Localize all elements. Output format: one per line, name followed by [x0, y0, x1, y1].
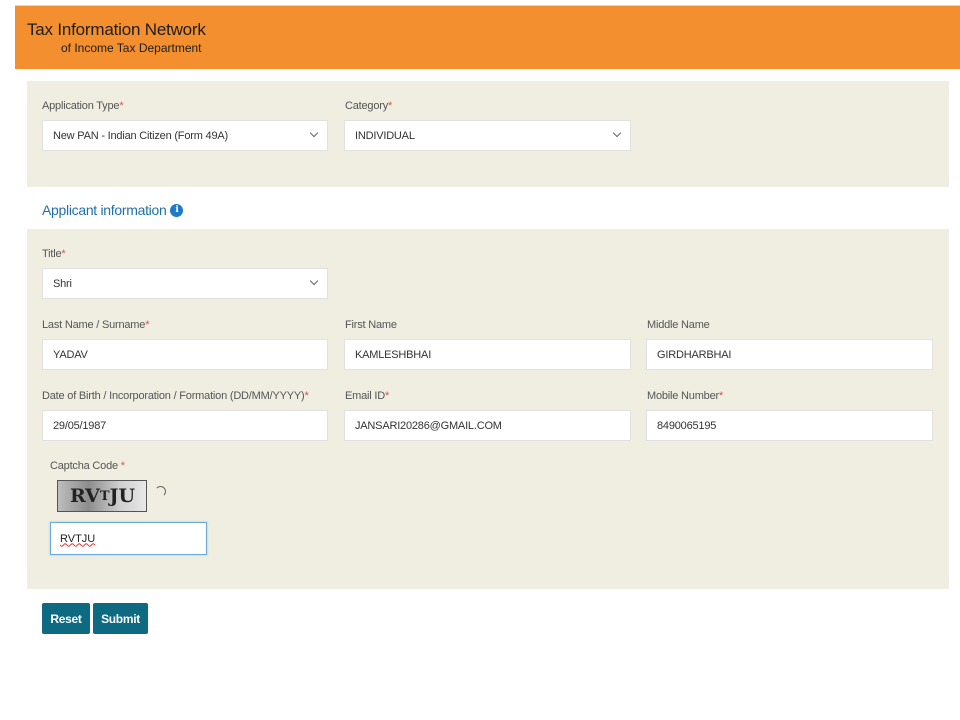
captcha-label: Captcha Code * — [50, 460, 125, 472]
middle-name-input[interactable]: GIRDHARBHAI — [646, 339, 933, 370]
application-type-value: New PAN - Indian Citizen (Form 49A) — [53, 129, 228, 142]
header-title: Tax Information Network — [27, 20, 206, 39]
last-name-input[interactable]: YADAV — [42, 339, 328, 370]
chevron-down-icon — [612, 128, 622, 138]
first-name-input[interactable]: KAMLESHBHAI — [344, 339, 631, 370]
chevron-down-icon — [309, 276, 319, 286]
first-name-label: First Name — [345, 319, 397, 331]
category-value: INDIVIDUAL — [355, 129, 415, 142]
captcha-image: RV T JU — [57, 480, 147, 512]
dob-input[interactable]: 29/05/1987 — [42, 410, 328, 441]
category-select[interactable]: INDIVIDUAL — [344, 120, 631, 151]
category-label: Category* — [345, 100, 393, 112]
applicant-section-title: Applicant information i — [42, 202, 184, 218]
title-value: Shri — [53, 277, 72, 290]
mobile-label: Mobile Number* — [647, 390, 724, 402]
reset-button[interactable]: Reset — [42, 603, 90, 634]
site-header: Tax Information Network of Income Tax De… — [15, 5, 960, 69]
chevron-down-icon — [309, 128, 319, 138]
refresh-icon[interactable] — [155, 486, 166, 497]
title-select[interactable]: Shri — [42, 268, 328, 299]
info-icon[interactable]: i — [170, 203, 184, 217]
submit-button[interactable]: Submit — [93, 603, 148, 634]
last-name-label: Last Name / Surname* — [42, 319, 150, 331]
header-subtitle: of Income Tax Department — [61, 41, 202, 55]
email-input[interactable]: JANSARI20286@GMAIL.COM — [344, 410, 631, 441]
mobile-input[interactable]: 8490065195 — [646, 410, 933, 441]
email-label: Email ID* — [345, 390, 390, 402]
application-type-select[interactable]: New PAN - Indian Citizen (Form 49A) — [42, 120, 328, 151]
application-type-label: Application Type* — [42, 100, 124, 112]
title-label: Title* — [42, 248, 66, 260]
dob-label: Date of Birth / Incorporation / Formatio… — [42, 390, 309, 402]
captcha-input[interactable]: RVTJU — [50, 522, 207, 555]
middle-name-label: Middle Name — [647, 319, 710, 331]
